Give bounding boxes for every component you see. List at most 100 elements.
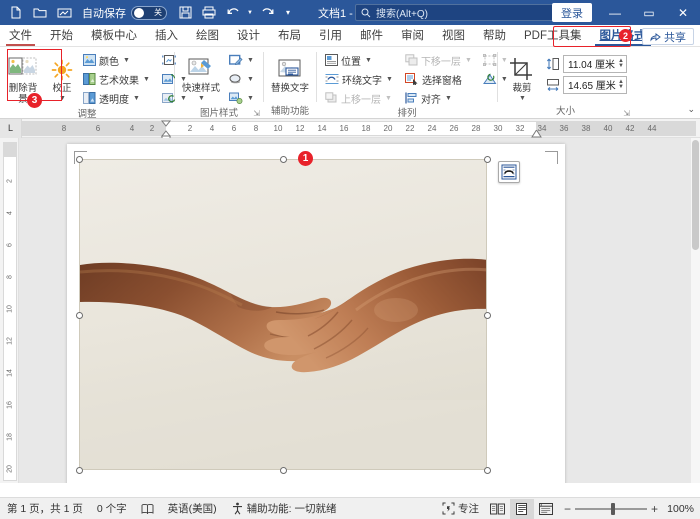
shape-height-stepper[interactable]: ▲▼ — [618, 59, 624, 69]
bring-forward-button[interactable]: 上移一层 ▼ — [323, 89, 395, 107]
shape-width-stepper[interactable]: ▲▼ — [618, 80, 624, 90]
zoom-out-button[interactable]: − — [564, 502, 571, 516]
share-button[interactable]: 共享 — [642, 28, 694, 45]
word-count[interactable]: 0 个字 — [90, 498, 134, 519]
align-caret-icon[interactable]: ▼ — [445, 95, 452, 102]
vertical-ruler-track[interactable]: 2 4 6 8 10 12 14 16 18 20 22 — [3, 142, 17, 481]
tab-help[interactable]: 帮助 — [474, 24, 515, 46]
page-info[interactable]: 第 1 页，共 1 页 — [0, 498, 90, 519]
scrollbar-thumb[interactable] — [692, 140, 699, 250]
accessibility-status[interactable]: 辅助功能: 一切就绪 — [224, 498, 344, 519]
crop-caret-icon[interactable]: ▼ — [519, 95, 526, 103]
proofing-errors-icon[interactable] — [134, 498, 161, 519]
tab-view[interactable]: 视图 — [433, 24, 474, 46]
shape-width-field[interactable]: 14.65 厘米 ▲▼ — [546, 75, 627, 94]
shape-height-input[interactable]: 11.04 厘米 ▲▼ — [563, 55, 627, 73]
tab-mailings[interactable]: 邮件 — [351, 24, 392, 46]
picture-border-caret-icon[interactable]: ▼ — [247, 57, 254, 64]
tab-pdf-tools[interactable]: PDF工具集 — [515, 24, 591, 46]
shape-width-input[interactable]: 14.65 厘米 ▲▼ — [563, 76, 627, 94]
first-line-indent-marker[interactable] — [160, 118, 172, 140]
collapse-ribbon-icon[interactable]: ⌄ — [687, 104, 695, 115]
focus-mode-button[interactable]: 专注 — [435, 498, 486, 519]
zoom-thumb[interactable] — [611, 503, 615, 515]
tab-design[interactable]: 设计 — [228, 24, 269, 46]
picture-layout-button[interactable]: ▼ — [227, 89, 256, 107]
corrections-button[interactable]: 校正 ▼ — [49, 50, 75, 105]
quick-styles-button[interactable]: 快速样式 ▼ — [179, 50, 223, 105]
tab-insert[interactable]: 插入 — [146, 24, 187, 46]
search-input[interactable]: 搜索(Alt+Q) — [355, 4, 555, 21]
tab-stop-selector[interactable]: L — [0, 119, 22, 138]
zoom-in-button[interactable]: + — [651, 502, 658, 516]
zoom-level[interactable]: 100% — [662, 503, 694, 515]
close-button[interactable]: ✕ — [666, 0, 700, 25]
tab-file[interactable]: 文件 — [0, 24, 41, 46]
send-backward-button[interactable]: 下移一层 ▼ — [403, 51, 474, 69]
new-document-icon[interactable] — [5, 3, 27, 23]
shape-height-field[interactable]: 11.04 厘米 ▲▼ — [546, 54, 627, 73]
align-button[interactable]: 对齐 ▼ — [403, 89, 474, 107]
picture-color-caret-icon[interactable]: ▼ — [123, 57, 130, 64]
tab-references[interactable]: 引用 — [310, 24, 351, 46]
autosave-toggle[interactable]: 关 — [131, 6, 167, 20]
tab-template-center[interactable]: 模板中心 — [82, 24, 146, 46]
resize-handle-top-left[interactable] — [76, 156, 83, 163]
picture-styles-dialog-launcher[interactable]: ⇲ — [253, 109, 260, 118]
picture-effects-caret-icon[interactable]: ▼ — [247, 76, 254, 83]
layout-options-button[interactable] — [498, 161, 520, 183]
wrap-text-caret-icon[interactable]: ▼ — [386, 76, 393, 83]
web-layout-button[interactable] — [534, 499, 558, 519]
transparency-button[interactable]: 透明度 ▼ — [81, 89, 152, 107]
artistic-effects-caret-icon[interactable]: ▼ — [143, 76, 150, 83]
picture-border-button[interactable]: ▼ — [227, 51, 256, 69]
size-dialog-launcher[interactable]: ⇲ — [623, 109, 630, 118]
maximize-button[interactable]: ▭ — [632, 0, 666, 25]
transparency-caret-icon[interactable]: ▼ — [133, 95, 140, 102]
tab-draw[interactable]: 绘图 — [187, 24, 228, 46]
inserted-picture[interactable]: 1 — [79, 159, 487, 470]
language-indicator[interactable]: 英语(美国) — [161, 498, 224, 519]
resize-handle-top-right[interactable] — [484, 156, 491, 163]
selection-pane-button[interactable]: 选择窗格 — [403, 70, 474, 88]
picture-color-button[interactable]: 颜色 ▼ — [81, 51, 152, 69]
quick-styles-caret-icon[interactable]: ▼ — [198, 95, 205, 103]
open-recent-icon[interactable] — [53, 3, 75, 23]
tab-review[interactable]: 审阅 — [392, 24, 433, 46]
document-canvas[interactable]: 1 — [19, 138, 700, 483]
quick-print-icon[interactable] — [198, 3, 220, 23]
minimize-button[interactable]: — — [598, 0, 632, 25]
sign-in-button[interactable]: 登录 — [552, 3, 592, 22]
save-icon[interactable] — [174, 3, 196, 23]
tab-home[interactable]: 开始 — [41, 24, 82, 46]
picture-effects-button[interactable]: ▼ — [227, 70, 256, 88]
alt-text-button[interactable]: 替换文字 — [268, 50, 312, 96]
bring-forward-caret-icon[interactable]: ▼ — [385, 95, 392, 102]
document-page[interactable]: 1 — [67, 144, 565, 483]
open-folder-icon[interactable] — [29, 3, 51, 23]
read-mode-button[interactable] — [486, 499, 510, 519]
resize-handle-middle-left[interactable] — [76, 312, 83, 319]
artistic-effects-button[interactable]: 艺术效果 ▼ — [81, 70, 152, 88]
send-backward-caret-icon[interactable]: ▼ — [465, 57, 472, 64]
horizontal-ruler-track[interactable]: 8 6 4 2 2 4 6 8 10 12 14 16 18 20 22 24 … — [22, 121, 696, 136]
vertical-scrollbar[interactable] — [691, 138, 700, 483]
resize-handle-middle-right[interactable] — [484, 312, 491, 319]
zoom-track[interactable] — [575, 508, 647, 510]
print-layout-button[interactable] — [510, 499, 534, 519]
resize-handle-bottom-left[interactable] — [76, 467, 83, 474]
redo-icon[interactable] — [256, 3, 278, 23]
undo-icon[interactable] — [222, 3, 244, 23]
resize-handle-top-center[interactable] — [280, 156, 287, 163]
corrections-caret-icon[interactable]: ▼ — [59, 95, 66, 103]
resize-handle-bottom-center[interactable] — [280, 467, 287, 474]
wrap-text-button[interactable]: 环绕文字 ▼ — [323, 70, 395, 88]
position-caret-icon[interactable]: ▼ — [365, 57, 372, 64]
tab-layout[interactable]: 布局 — [269, 24, 310, 46]
resize-handle-bottom-right[interactable] — [484, 467, 491, 474]
undo-dropdown-icon[interactable]: ▼ — [246, 3, 254, 23]
crop-button[interactable]: 裁剪 ▼ — [504, 50, 540, 105]
zoom-slider[interactable]: − + 100% — [558, 502, 700, 516]
position-button[interactable]: 位置 ▼ — [323, 51, 395, 69]
customize-qat-icon[interactable]: ▾ — [280, 3, 296, 23]
